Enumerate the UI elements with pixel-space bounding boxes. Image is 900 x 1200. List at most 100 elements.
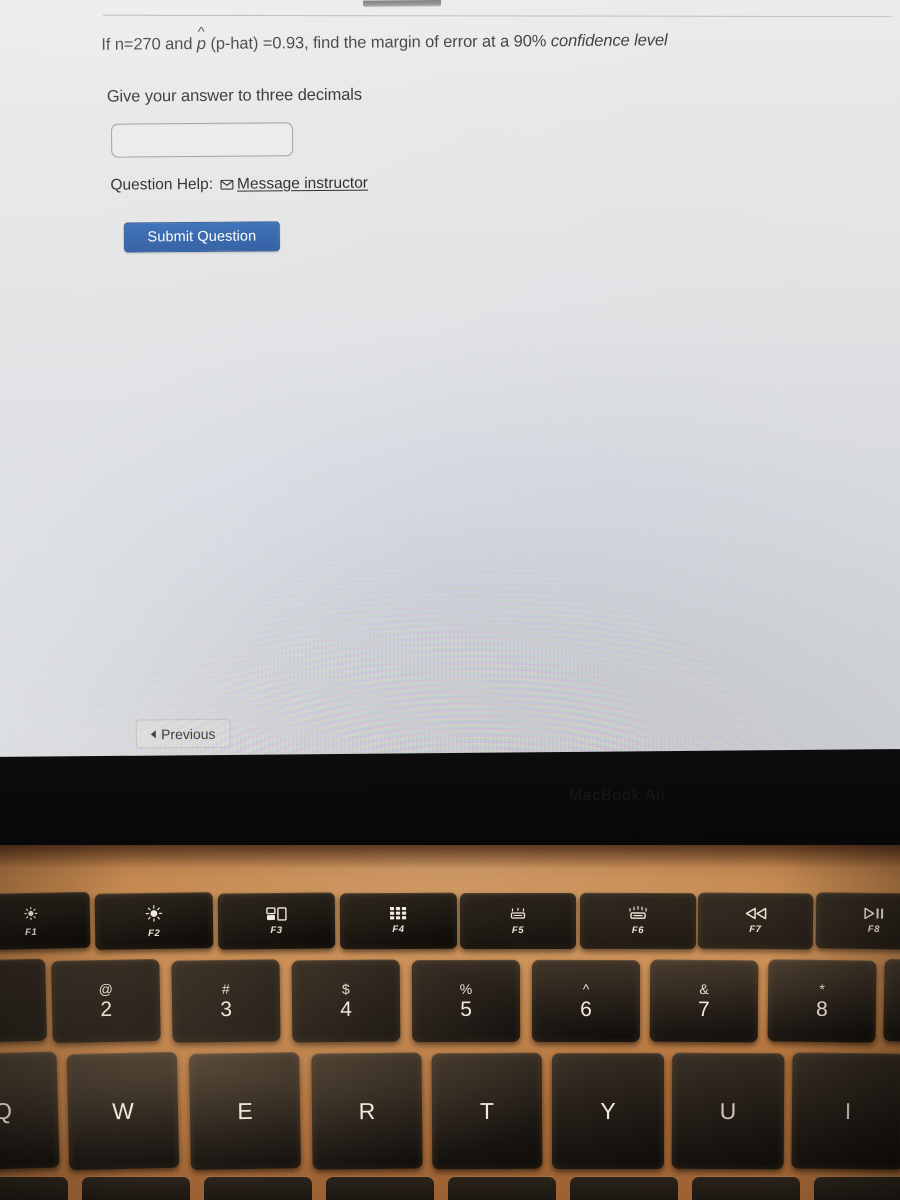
key-8[interactable]: * 8	[767, 959, 877, 1043]
next-key-row-peek	[0, 1177, 900, 1200]
key-label: F6	[631, 924, 645, 937]
laptop-screen: If n=270 and p (p-hat) =0.93, find the m…	[0, 0, 900, 757]
key-4[interactable]: $4	[291, 959, 401, 1043]
key-primary-symbol: 7	[698, 997, 710, 1022]
envelope-icon	[220, 179, 233, 190]
keyboard-backlight-down-icon	[507, 906, 529, 920]
key-f4[interactable]: F4	[339, 892, 458, 950]
screen-bezel: MacBook Air	[0, 748, 900, 858]
key-primary-symbol: 5	[460, 997, 472, 1022]
key-primary-symbol: R	[358, 1097, 376, 1124]
key-primary-symbol: Y	[600, 1097, 616, 1124]
key-primary-symbol: 3	[220, 997, 233, 1022]
key-label: F4	[392, 923, 405, 936]
key-row-below[interactable]	[0, 1177, 68, 1200]
key-primary-symbol: 2	[100, 997, 113, 1022]
key-label: F7	[749, 923, 762, 936]
moire-pattern-primary	[0, 295, 900, 757]
rewind-icon	[744, 907, 768, 920]
play-pause-icon	[862, 907, 886, 920]
brightness-up-icon	[143, 903, 165, 923]
key-shift-symbol: $	[341, 980, 350, 998]
key-primary-symbol: 8	[815, 997, 828, 1022]
macbook-air-logo: MacBook Air	[568, 786, 667, 805]
key-f3[interactable]: F3	[217, 892, 336, 950]
key-row-below[interactable]	[326, 1177, 434, 1200]
key-shift-symbol: %	[459, 980, 473, 998]
key-shift-symbol: ^	[582, 980, 590, 998]
key-primary-symbol: 6	[580, 997, 592, 1022]
screen-top-artifact	[363, 0, 442, 8]
quiz-question-panel: If n=270 and p (p-hat) =0.93, find the m…	[0, 0, 897, 749]
key-f1[interactable]: F1	[0, 891, 91, 951]
moire-pattern-secondary	[119, 337, 823, 757]
key-label: F2	[147, 927, 161, 939]
question-help-label: Question Help:	[110, 175, 214, 194]
key-row-below[interactable]	[692, 1177, 800, 1200]
key-primary-symbol: Q	[0, 1097, 13, 1124]
question-help-row: Question Help: Message instructor	[110, 175, 368, 195]
message-instructor-link[interactable]: Message instructor	[220, 175, 368, 194]
triangle-left-icon	[151, 729, 157, 738]
key-shift-symbol: &	[699, 980, 709, 998]
key-2[interactable]: @2	[51, 958, 161, 1044]
key-label: F5	[511, 924, 525, 936]
key-3[interactable]: #3	[171, 959, 281, 1043]
key-f6[interactable]: F6	[579, 892, 697, 950]
key-row-below[interactable]	[82, 1177, 190, 1200]
submit-question-button[interactable]: Submit Question	[123, 221, 280, 253]
question-middle: (p-hat) =0.93, find the margin of error …	[205, 32, 551, 53]
launchpad-icon	[389, 906, 407, 920]
answer-instruction: Give your answer to three decimals	[106, 85, 363, 106]
key-u[interactable]: U	[671, 1052, 785, 1170]
photo-of-laptop: If n=270 and p (p-hat) =0.93, find the m…	[0, 0, 900, 1200]
key-i[interactable]: I	[791, 1052, 900, 1170]
previous-label: Previous	[160, 725, 216, 742]
key-f2[interactable]: F2	[94, 892, 214, 950]
key-y[interactable]: Y	[552, 1053, 664, 1169]
message-instructor-label: Message instructor	[236, 174, 369, 193]
question-text: If n=270 and p (p-hat) =0.93, find the m…	[101, 30, 801, 54]
key-primary-symbol: W	[111, 1097, 135, 1124]
key-6[interactable]: ^ 6	[531, 959, 641, 1043]
key-f7[interactable]: F7	[697, 892, 814, 950]
question-prefix: If n=270 and	[101, 34, 197, 54]
key-7[interactable]: & 7	[649, 959, 759, 1043]
key-shift-symbol: *	[819, 980, 825, 998]
moire-pattern-scanlines	[0, 235, 900, 757]
key-label: F3	[270, 924, 283, 936]
key-row-below[interactable]	[814, 1177, 900, 1200]
content-divider	[103, 14, 894, 18]
key-row-below[interactable]	[448, 1177, 556, 1200]
keyboard-deck: F1F2 F3F4 F5 F6 F7 F8 !1@2#3$4%5^6&7*8(9…	[0, 845, 900, 1200]
key-label: F8	[867, 923, 881, 936]
mission-control-icon	[265, 906, 287, 921]
confidence-level-text: confidence level	[550, 31, 668, 51]
key-shift-symbol: #	[221, 980, 230, 998]
deck-hinge-seam	[0, 845, 900, 867]
key-e[interactable]: E	[189, 1052, 301, 1170]
key-r[interactable]: R	[311, 1052, 423, 1170]
p-hat-symbol: p	[197, 35, 206, 54]
keyboard-backlight-up-icon	[626, 906, 650, 921]
key-primary-symbol: 4	[340, 997, 353, 1022]
key-primary-symbol: T	[479, 1097, 495, 1124]
key-9[interactable]: (9	[883, 959, 900, 1043]
key-primary-symbol: I	[844, 1097, 852, 1124]
previous-button[interactable]: Previous	[135, 718, 231, 749]
key-1[interactable]: !1	[0, 958, 47, 1044]
key-primary-symbol: E	[237, 1097, 253, 1124]
key-label: F1	[24, 926, 38, 938]
brightness-down-icon	[21, 904, 41, 922]
key-row-below[interactable]	[204, 1177, 312, 1200]
key-w[interactable]: W	[66, 1051, 180, 1171]
key-q[interactable]: Q	[0, 1051, 60, 1171]
key-5[interactable]: % 5	[411, 959, 521, 1043]
key-t[interactable]: T	[431, 1052, 543, 1170]
key-f8[interactable]: F8	[815, 892, 900, 950]
key-f5[interactable]: F5	[459, 892, 577, 950]
key-row-below[interactable]	[570, 1177, 678, 1200]
answer-input[interactable]	[110, 122, 294, 158]
key-primary-symbol: U	[719, 1097, 737, 1124]
key-shift-symbol: @	[98, 980, 114, 998]
